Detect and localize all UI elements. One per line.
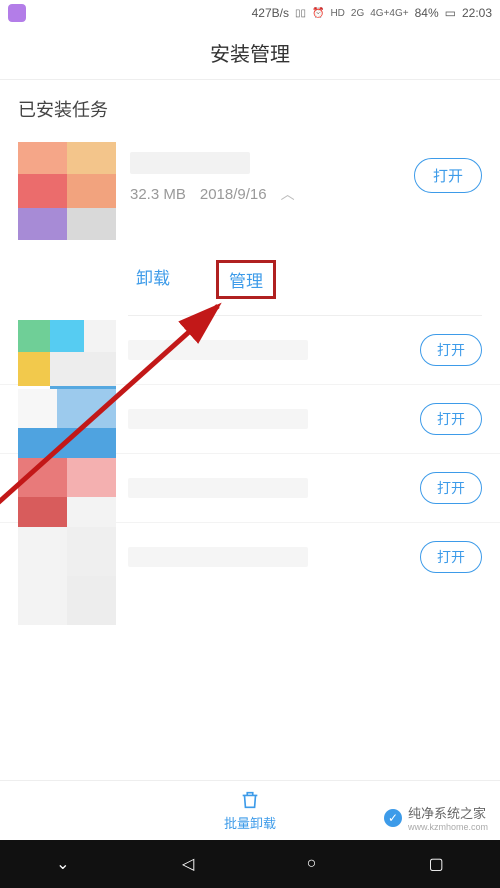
watermark-url: www.kzmhome.com	[408, 822, 488, 832]
network-speed: 427B/s	[252, 6, 289, 20]
network-4g-icon: 4G+4G+	[370, 8, 408, 19]
nav-back-icon[interactable]: ◁	[182, 854, 194, 874]
app-name-censored	[128, 478, 308, 498]
app-indicator-icon	[8, 4, 26, 22]
manage-link[interactable]: 管理	[216, 260, 276, 299]
app-size: 32.3 MB	[130, 186, 186, 203]
open-button[interactable]: 打开	[420, 472, 482, 504]
clock: 22:03	[462, 6, 492, 20]
nav-home-icon[interactable]: ○	[307, 855, 317, 873]
collapse-icon[interactable]: ︿	[281, 184, 295, 204]
nav-menu-icon[interactable]: ⌄	[56, 854, 69, 874]
page-header: 安装管理	[0, 26, 500, 80]
app-name-censored	[128, 409, 308, 429]
section-installed-tasks: 已安装任务	[0, 80, 500, 134]
nav-recent-icon[interactable]: ▢	[429, 854, 444, 874]
open-button[interactable]: 打开	[420, 541, 482, 573]
vibrate-icon: ▯▯	[295, 8, 306, 19]
watermark-logo-icon: ✓	[384, 809, 402, 827]
open-button[interactable]: 打开	[420, 334, 482, 366]
open-button[interactable]: 打开	[420, 403, 482, 435]
battery-icon: ▭	[445, 6, 456, 20]
app-icon	[18, 142, 116, 240]
app-row-expanded[interactable]: 32.3 MB 2018/9/16 ︿ 打开	[0, 142, 500, 240]
app-name-censored	[128, 340, 308, 360]
app-date: 2018/9/16	[200, 186, 267, 203]
page-title: 安装管理	[210, 38, 290, 67]
open-button[interactable]: 打开	[414, 158, 482, 193]
app-name-censored	[128, 547, 308, 567]
alarm-icon: ⏰	[312, 8, 324, 19]
status-bar: 427B/s ▯▯ ⏰ HD 2G 4G+4G+ 84% ▭ 22:03	[0, 0, 500, 26]
hd-icon: HD	[330, 8, 344, 19]
watermark: ✓ 纯净系统之家 www.kzmhome.com	[378, 801, 494, 834]
watermark-name: 纯净系统之家	[408, 803, 488, 822]
uninstall-link[interactable]: 卸载	[136, 264, 170, 295]
expanded-actions: 卸载 管理	[0, 240, 500, 315]
android-nav-bar: ⌄ ◁ ○ ▢	[0, 840, 500, 888]
network-2g-icon: 2G	[351, 8, 364, 19]
app-name-censored	[130, 152, 250, 174]
trash-icon	[239, 789, 261, 811]
batch-uninstall-label: 批量卸载	[224, 813, 276, 832]
battery-percent: 84%	[415, 6, 439, 20]
